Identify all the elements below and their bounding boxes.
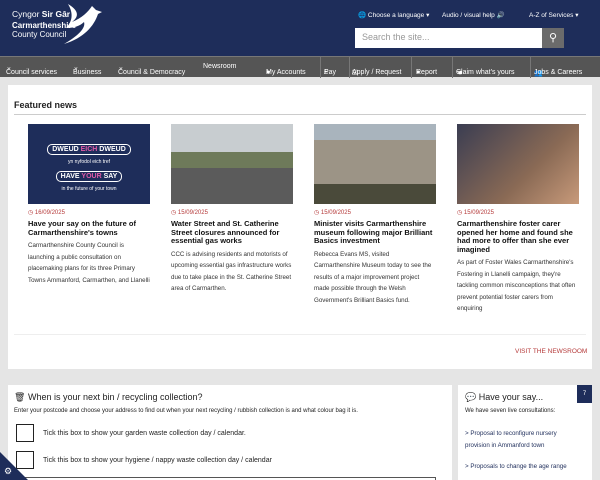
consultation-link[interactable]: > Proposals to change the age range — [465, 463, 567, 470]
trash-icon: 🗑 — [14, 392, 26, 402]
news-image[interactable] — [171, 124, 293, 204]
divider — [14, 114, 586, 115]
garden-waste-checkbox[interactable] — [16, 424, 34, 442]
gear-icon[interactable]: ⚙ — [4, 466, 12, 477]
news-description: Carmarthenshire County Council is launch… — [28, 242, 150, 284]
consultation-link[interactable]: > Proposal to reconfigure nursery provis… — [465, 428, 580, 452]
news-title[interactable]: Have your say on the future of Carmarthe… — [28, 219, 150, 237]
nav-council-services[interactable]: Council services ⌄ — [6, 63, 57, 76]
nav-business[interactable]: Business ⌄ — [73, 63, 101, 76]
news-title[interactable]: Minister visits Carmarthenshire museum f… — [314, 219, 436, 246]
say-intro: We have seven live consultations: — [465, 408, 556, 414]
news-title[interactable]: Water Street and St. Catherine Street cl… — [171, 219, 293, 246]
news-image[interactable] — [314, 124, 436, 204]
say-heading: 💬 Have your say... — [465, 392, 544, 402]
logo-text: Cyngor — [12, 9, 42, 19]
news-description: Rebecca Evans MS, visited Carmarthenshir… — [314, 250, 432, 304]
news-image[interactable] — [457, 124, 579, 204]
news-title[interactable]: Carmarthenshire foster carer opened her … — [457, 219, 579, 254]
divider — [14, 334, 586, 335]
news-card[interactable]: ◷ 15/09/2025 Water Street and St. Cather… — [171, 124, 293, 295]
featured-news-heading: Featured news — [14, 100, 78, 110]
search-button[interactable]: ⚲ — [542, 28, 564, 48]
news-image[interactable]: DWEUD EICH DWEUD yn nyfodol eich tref HA… — [28, 124, 150, 204]
news-date: ◷ 15/09/2025 — [171, 210, 208, 216]
nav-newsroom[interactable]: Newsroom — [203, 63, 236, 70]
dragon-logo-icon — [64, 4, 102, 44]
site-header: Cyngor Sir Gâr Carmarthenshire County Co… — [0, 0, 600, 56]
az-services[interactable]: A-Z of Services ▾ — [529, 11, 579, 19]
main-nav: Council services ⌄ Business ⌄ Council & … — [0, 56, 600, 78]
search-icon: ⚲ — [548, 32, 558, 44]
bin-intro: Enter your postcode and choose your addr… — [14, 408, 358, 414]
news-card[interactable]: DWEUD EICH DWEUD yn nyfodol eich tref HA… — [28, 124, 150, 286]
news-date: ◷ 16/09/2025 — [28, 210, 65, 216]
audio-label: Audio / visual help — [442, 12, 495, 19]
az-label: A-Z of Services — [529, 12, 574, 19]
speaker-icon: 🔊 — [496, 12, 505, 19]
news-card[interactable]: ◷ 15/09/2025 Minister visits Carmarthens… — [314, 124, 436, 306]
news-date: ◷ 15/09/2025 — [314, 210, 351, 216]
news-description: As part of Foster Wales Carmarthenshire'… — [457, 259, 576, 312]
language-selector[interactable]: 🌐 Choose a language ▾ — [358, 11, 429, 19]
consultations-count-badge[interactable]: 7 — [577, 385, 592, 403]
search-input[interactable]: Search the site... — [355, 28, 542, 48]
language-label: Choose a language — [367, 12, 425, 19]
news-card[interactable]: ◷ 15/09/2025 Carmarthenshire foster care… — [457, 124, 579, 315]
nav-council-democracy[interactable]: Council & Democracy ⌄ — [118, 63, 185, 76]
news-date: ◷ 15/09/2025 — [457, 210, 494, 216]
garden-waste-label: Tick this box to show your garden waste … — [43, 430, 246, 437]
news-description: CCC is advising residents and motorists … — [171, 250, 292, 293]
visit-newsroom-link[interactable]: VISIT THE NEWSROOM — [515, 348, 587, 355]
chat-icon: 💬 — [465, 392, 477, 402]
audio-visual-help[interactable]: Audio / visual help 🔊 — [442, 11, 505, 19]
hygiene-waste-label: Tick this box to show your hygiene / nap… — [43, 457, 272, 464]
bin-heading: 🗑 When is your next bin / recycling coll… — [14, 392, 203, 402]
